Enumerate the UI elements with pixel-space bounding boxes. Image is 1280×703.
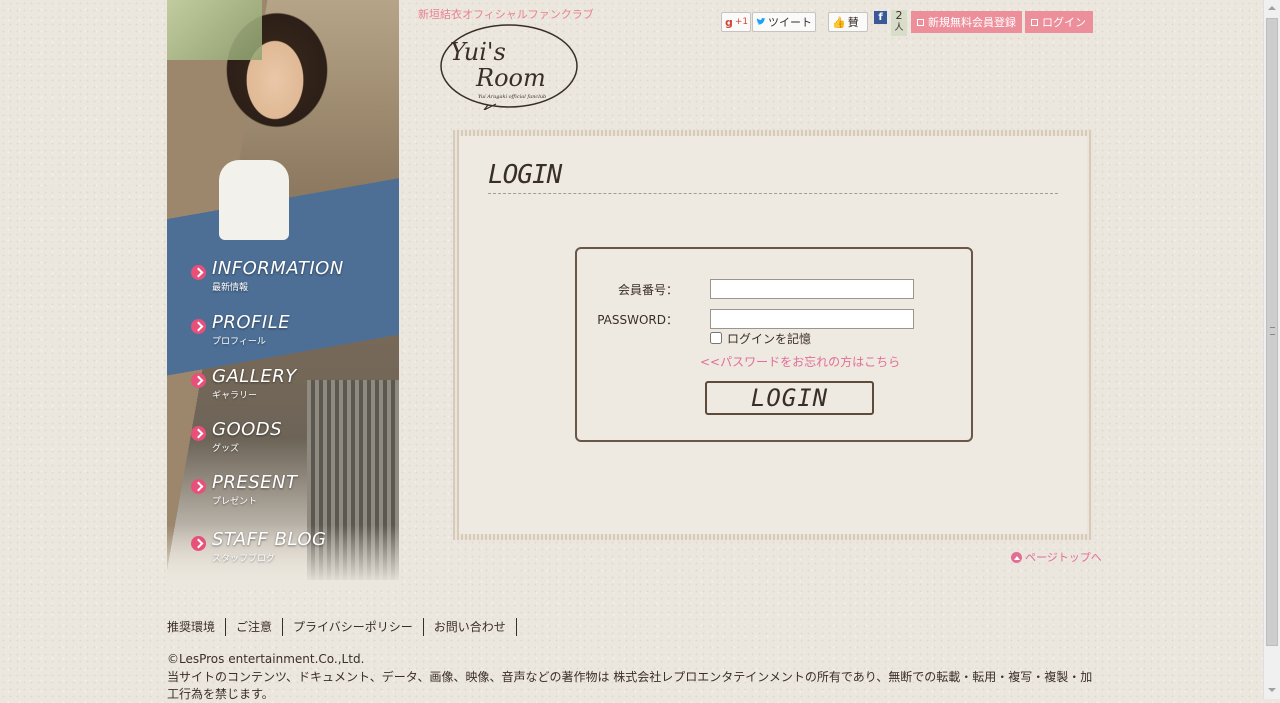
grip-icon <box>1270 327 1275 335</box>
arrow-up-icon <box>1011 551 1022 563</box>
page-top-label: ページトップへ <box>1025 551 1102 564</box>
nav-item-sublabel: 最新情報 <box>212 283 249 293</box>
arrow-right-icon <box>191 536 206 551</box>
password-label: PASSWORD： <box>597 313 678 327</box>
footer-link-environment[interactable]: 推奨環境 <box>167 618 227 636</box>
nav-item-staff-blog[interactable]: STAFF BLOG スタッフブログ <box>191 529 371 567</box>
footer-link-caution[interactable]: ご注意 <box>226 618 284 636</box>
scroll-down-icon[interactable] <box>1264 682 1280 699</box>
header-login-button[interactable]: ログイン <box>1025 11 1093 33</box>
nav-item-gallery[interactable]: GALLERY ギャラリー <box>191 366 371 404</box>
arrow-right-icon <box>191 479 206 494</box>
page-title: LOGIN <box>488 160 562 190</box>
page-top-link[interactable]: ページトップへ <box>1011 549 1102 565</box>
gplus-label: +1 <box>734 17 749 27</box>
logo-text-2: Room <box>475 64 546 92</box>
nav-item-label: STAFF BLOG <box>212 529 327 550</box>
member-number-label: 会員番号： <box>617 283 678 297</box>
facebook-count-unit: 人 <box>894 23 904 33</box>
forgot-password-link[interactable]: <<パスワードをお忘れの方はこちら <box>700 353 900 370</box>
tweet-button[interactable]: ツイート <box>752 12 816 32</box>
arrow-right-icon <box>191 426 206 441</box>
copyright: ©LesPros entertainment.Co.,Ltd. <box>167 652 365 666</box>
password-input[interactable] <box>710 309 914 329</box>
thumbs-up-icon: 👍 <box>832 15 846 29</box>
photo-window <box>167 0 262 60</box>
logo-text-1: Yui's <box>450 38 506 66</box>
register-button[interactable]: 新規無料会員登録 <box>911 11 1022 33</box>
footer-link-privacy[interactable]: プライバシーポリシー <box>283 618 424 636</box>
logo-subtext: Yui Aragaki official fanclub <box>478 94 546 100</box>
nav-item-label: INFORMATION <box>212 258 344 279</box>
facebook-count-value: 2 <box>895 9 903 22</box>
nav-item-label: PROFILE <box>212 312 291 333</box>
nav-item-label: GOODS <box>212 419 283 440</box>
register-button-label: 新規無料会員登録 <box>928 16 1016 29</box>
nav-item-information[interactable]: INFORMATION 最新情報 <box>191 258 371 296</box>
title-divider <box>488 193 1058 194</box>
header-login-button-label: ログイン <box>1042 16 1086 29</box>
nav-item-label: PRESENT <box>212 472 298 493</box>
member-number-input[interactable] <box>710 279 914 299</box>
square-icon <box>1031 18 1038 26</box>
like-label: 賛 <box>847 16 859 29</box>
nav-item-profile[interactable]: PROFILE プロフィール <box>191 312 371 350</box>
nav-item-sublabel: プロフィール <box>212 337 266 347</box>
like-button[interactable]: 👍 賛 <box>828 12 868 32</box>
scroll-up-icon[interactable] <box>1264 0 1280 17</box>
nav-item-sublabel: ギャラリー <box>212 391 258 401</box>
arrow-right-icon <box>191 319 206 334</box>
footer-links: 推奨環境 ご注意 プライバシーポリシー お問い合わせ <box>167 618 517 636</box>
square-icon <box>917 18 924 26</box>
arrow-right-icon <box>191 265 206 280</box>
facebook-icon[interactable]: f <box>874 11 887 24</box>
nav-item-sublabel: グッズ <box>212 444 240 454</box>
tweet-label: ツイート <box>768 16 812 29</box>
nav-item-present[interactable]: PRESENT プレゼント <box>191 472 371 510</box>
remember-login-checkbox[interactable] <box>710 332 722 344</box>
nav-item-goods[interactable]: GOODS グッズ <box>191 419 371 457</box>
gplus-icon: g <box>725 15 733 29</box>
footer-link-contact[interactable]: お問い合わせ <box>424 618 517 636</box>
arrow-right-icon <box>191 373 206 388</box>
twitter-icon <box>756 17 766 25</box>
vertical-scrollbar[interactable] <box>1263 0 1280 699</box>
remember-login-label: ログインを記憶 <box>727 332 812 346</box>
scrollbar-thumb[interactable] <box>1266 18 1278 646</box>
nav-item-sublabel: プレゼント <box>212 497 258 507</box>
facebook-count: 2 人 <box>891 10 907 36</box>
nav-item-label: GALLERY <box>212 366 297 387</box>
nav-item-sublabel: スタッフブログ <box>212 554 276 564</box>
photo-shirt <box>219 160 289 240</box>
gplus-button[interactable]: g +1 <box>721 12 751 32</box>
site-tagline: 新垣結衣オフィシャルファンクラブ <box>418 8 594 21</box>
site-logo[interactable]: Yui's Room Yui Aragaki official fanclub <box>438 22 580 110</box>
login-submit-button[interactable]: LOGIN <box>705 381 874 415</box>
copyright-notice: 当サイトのコンテンツ、ドキュメント、データ、画像、映像、音声などの著作物は 株式… <box>167 670 1093 701</box>
